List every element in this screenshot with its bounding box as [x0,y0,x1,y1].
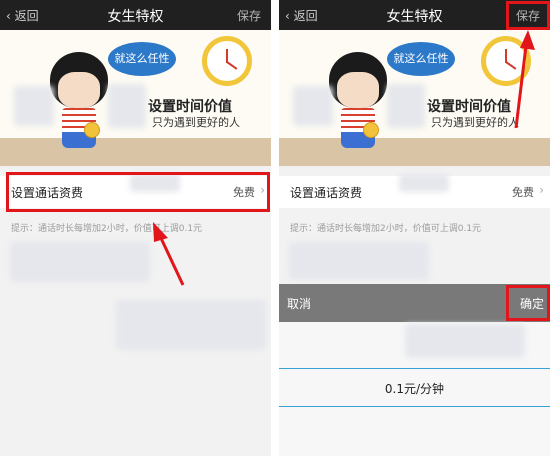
screen-before: ‹ 返回 女生特权 保存 就这么任性 设置时间价值 只为遇到更好的人 设置通话资… [0,0,271,456]
pointer-arrow-icon [153,222,185,286]
tutorial-screenshot-pair: ‹ 返回 女生特权 保存 就这么任性 设置时间价值 只为遇到更好的人 设置通话资… [0,0,550,456]
pointer-arrow-icon [514,30,535,129]
screen-after: ‹ 返回 女生特权 保存 就这么任性 设置时间价值 只为遇到更好的人 设置通话资… [279,0,550,456]
